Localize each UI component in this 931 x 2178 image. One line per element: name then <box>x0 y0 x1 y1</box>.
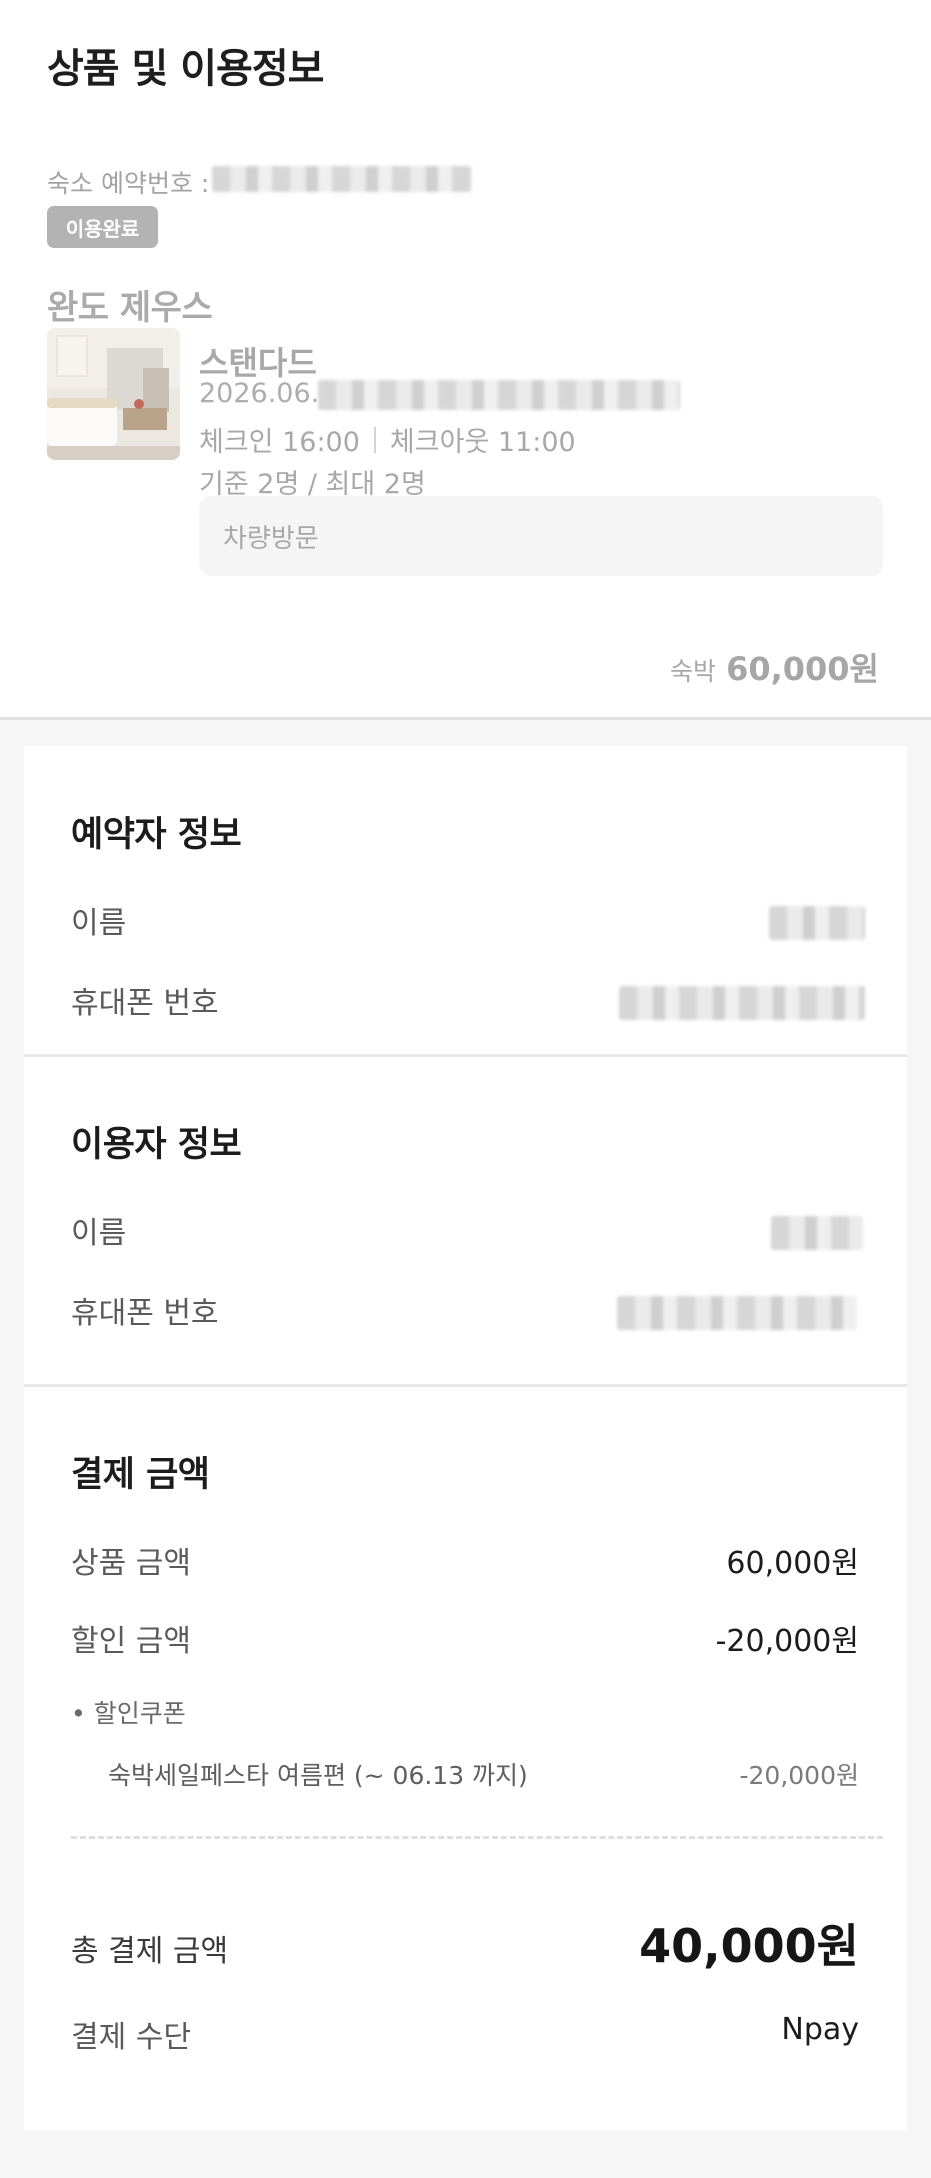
section-divider <box>24 1054 907 1057</box>
section-divider <box>24 1384 907 1387</box>
stay-date-prefix: 2026.06. <box>199 378 320 409</box>
payment-title: 결제 금액 <box>71 1455 210 1495</box>
checkin-checkout: 체크인 16:00 체크아웃 11:00 <box>199 420 576 459</box>
discount-amount-label: 할인 금액 <box>71 1624 191 1659</box>
reservation-number-redacted <box>212 166 472 192</box>
visit-method-box: 차량방문 <box>199 496 883 576</box>
hotel-name[interactable]: 완도 제우스 <box>47 280 213 329</box>
booker-phone-redacted <box>619 986 865 1020</box>
product-amount-value: 60,000원 <box>726 1546 859 1581</box>
product-info-section: 상품 및 이용정보 숙소 예약번호 : 이용완료 완도 제우스 스탠다드 202… <box>0 0 931 720</box>
checkin-time: 체크인 16:00 <box>199 427 360 458</box>
payment-method-value: Npay <box>781 2012 859 2047</box>
page-title: 상품 및 이용정보 <box>47 46 324 92</box>
total-payment-value: 40,000원 <box>639 1919 859 1973</box>
total-payment-label: 총 결제 금액 <box>71 1934 229 1969</box>
room-photo-image <box>47 328 180 460</box>
stay-date: 2026.06. <box>199 378 319 409</box>
coupon-name: 숙박세일페스타 여름편 (~ 06.13 까지) <box>108 1761 528 1790</box>
user-phone-label: 휴대폰 번호 <box>71 1296 219 1331</box>
coupon-value: -20,000원 <box>739 1761 860 1790</box>
booker-name-label: 이름 <box>71 906 127 941</box>
booker-phone-label: 휴대폰 번호 <box>71 986 219 1021</box>
time-divider <box>373 426 376 453</box>
dashed-divider <box>71 1836 883 1839</box>
status-badge: 이용완료 <box>47 206 158 248</box>
booker-info-title: 예약자 정보 <box>71 815 242 855</box>
product-amount-label: 상품 금액 <box>71 1546 191 1581</box>
lodging-price-label: 숙박 <box>670 657 717 686</box>
user-info-title: 이용자 정보 <box>71 1125 242 1165</box>
lodging-price-value: 60,000원 <box>726 650 879 688</box>
room-thumbnail[interactable] <box>47 328 180 460</box>
checkout-time: 체크아웃 11:00 <box>389 427 576 458</box>
reservation-number-label: 숙소 예약번호 : <box>47 169 210 198</box>
booker-name-redacted <box>769 906 865 940</box>
user-name-label: 이름 <box>71 1216 127 1251</box>
details-card: 예약자 정보 이름 휴대폰 번호 이용자 정보 이름 휴대폰 번호 결제 금액 … <box>24 746 907 2130</box>
coupon-header: • 할인쿠폰 <box>71 1699 186 1728</box>
user-phone-redacted <box>617 1296 857 1330</box>
discount-amount-value: -20,000원 <box>715 1624 859 1659</box>
user-name-redacted <box>771 1216 863 1250</box>
visit-method-text: 차량방문 <box>223 523 319 554</box>
lodging-price: 숙박 60,000원 <box>670 644 879 690</box>
payment-method-label: 결제 수단 <box>71 2020 191 2055</box>
stay-date-redacted <box>318 380 680 410</box>
